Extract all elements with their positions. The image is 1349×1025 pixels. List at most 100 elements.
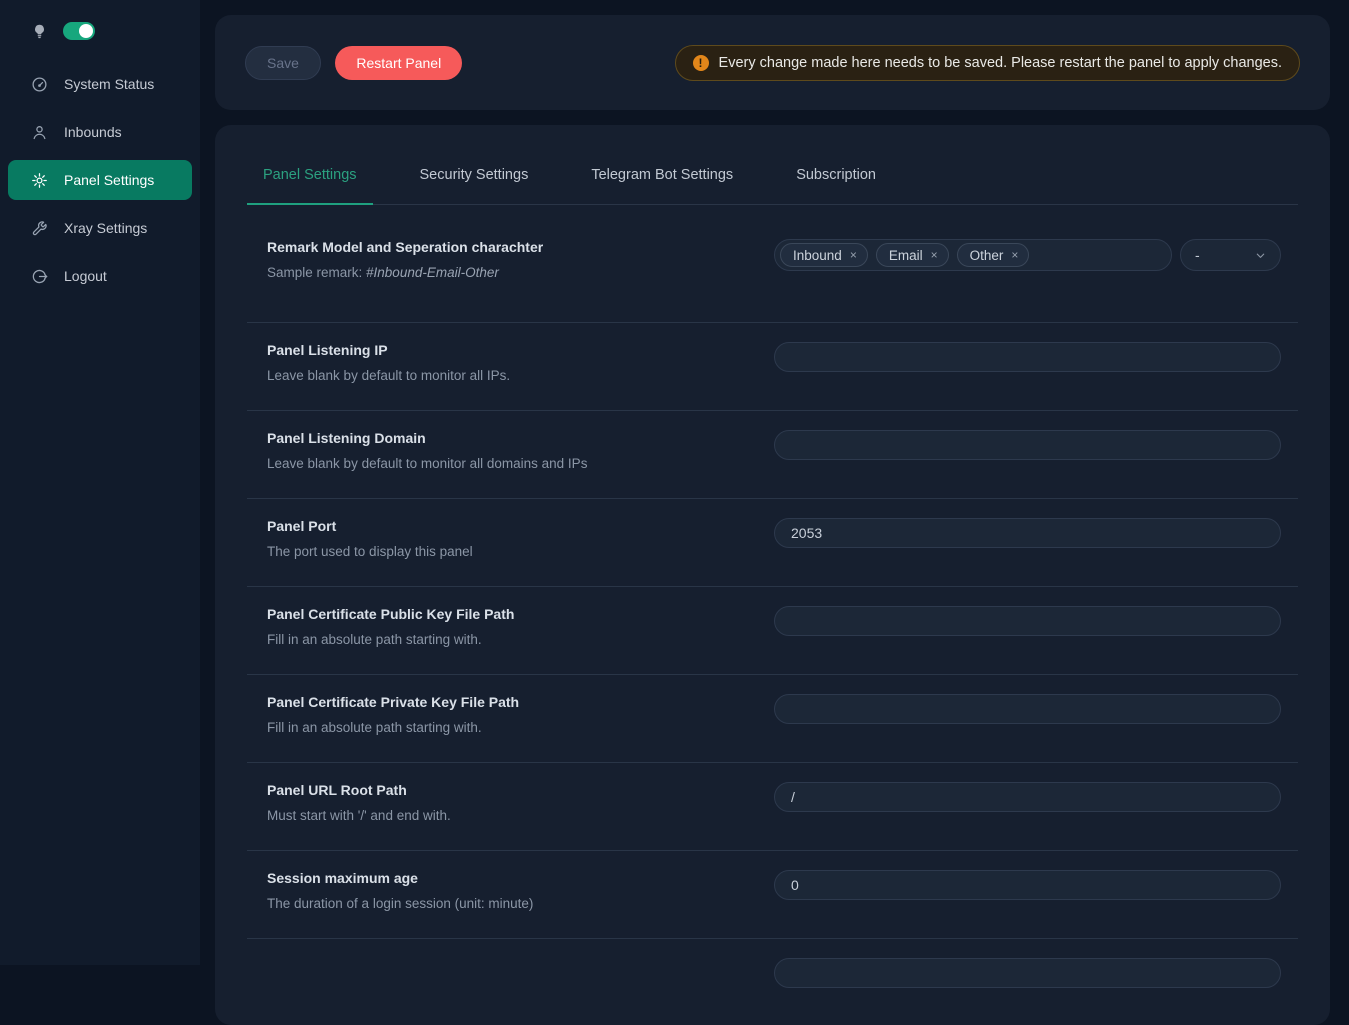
settings-card: Panel Settings Security Settings Telegra… xyxy=(215,125,1330,1025)
cert-public-key-path-input[interactable] xyxy=(774,606,1281,636)
field-label-block: Session maximum age The duration of a lo… xyxy=(267,870,774,911)
cert-private-key-path-input[interactable] xyxy=(774,694,1281,724)
field-description: The port used to display this panel xyxy=(267,544,750,559)
field-label-block: Remark Model and Seperation charachter S… xyxy=(267,239,774,280)
wrench-icon xyxy=(31,220,48,237)
field-label: Panel Listening IP xyxy=(267,342,750,358)
separator-select[interactable]: - xyxy=(1180,239,1281,271)
logout-icon xyxy=(31,268,48,285)
sidebar-item-panel-settings[interactable]: Panel Settings xyxy=(8,160,192,200)
sidebar-item-inbounds[interactable]: Inbounds xyxy=(8,112,192,152)
sidebar-nav: System Status Inbounds Panel Settings xyxy=(0,60,200,300)
field-control xyxy=(774,606,1281,636)
sidebar-item-label: System Status xyxy=(64,76,154,92)
tab-telegram-bot-settings[interactable]: Telegram Bot Settings xyxy=(575,145,749,204)
sidebar-item-label: Panel Settings xyxy=(64,172,154,188)
field-control: Inbound × Email × Other × - xyxy=(774,239,1281,271)
field-description: Must start with '/' and end with. xyxy=(267,808,750,823)
sidebar-item-label: Xray Settings xyxy=(64,220,147,236)
tag-email: Email × xyxy=(876,243,949,267)
save-button[interactable]: Save xyxy=(245,46,321,80)
gear-icon xyxy=(31,172,48,189)
form-row-session-max-age: Session maximum age The duration of a lo… xyxy=(247,850,1298,938)
field-label-block: Panel Port The port used to display this… xyxy=(267,518,774,559)
field-label-block: Panel URL Root Path Must start with '/' … xyxy=(267,782,774,823)
settings-tabs: Panel Settings Security Settings Telegra… xyxy=(247,145,1298,205)
close-icon[interactable]: × xyxy=(931,249,938,261)
unsaved-changes-alert: ! Every change made here needs to be sav… xyxy=(675,45,1300,81)
field-label-block: Panel Listening Domain Leave blank by de… xyxy=(267,430,774,471)
form-row-cert-private-key-path: Panel Certificate Private Key File Path … xyxy=(247,674,1298,762)
sidebar-item-logout[interactable]: Logout xyxy=(8,256,192,296)
sidebar: System Status Inbounds Panel Settings xyxy=(0,0,200,965)
theme-toggle-row xyxy=(0,22,200,40)
restart-panel-button[interactable]: Restart Panel xyxy=(335,46,462,80)
lightbulb-icon xyxy=(31,23,48,40)
sidebar-item-system-status[interactable]: System Status xyxy=(8,64,192,104)
partial-row-input[interactable] xyxy=(774,958,1281,988)
field-description: The duration of a login session (unit: m… xyxy=(267,896,750,911)
sidebar-item-label: Inbounds xyxy=(64,124,122,140)
field-description: Leave blank by default to monitor all IP… xyxy=(267,368,750,383)
dashboard-icon xyxy=(31,76,48,93)
form-row-cert-public-key-path: Panel Certificate Public Key File Path F… xyxy=(247,586,1298,674)
field-control xyxy=(774,518,1281,548)
action-buttons: Save Restart Panel xyxy=(245,46,462,80)
field-control xyxy=(774,694,1281,724)
tag-label: Inbound xyxy=(793,248,842,263)
form-row-panel-listening-domain: Panel Listening Domain Leave blank by de… xyxy=(247,410,1298,498)
tab-security-settings[interactable]: Security Settings xyxy=(404,145,545,204)
remark-model-multiselect[interactable]: Inbound × Email × Other × xyxy=(774,239,1172,271)
form-row-partial xyxy=(247,938,1298,998)
form-row-panel-listening-ip: Panel Listening IP Leave blank by defaul… xyxy=(247,322,1298,410)
form-row-panel-port: Panel Port The port used to display this… xyxy=(247,498,1298,586)
field-control xyxy=(774,430,1281,460)
field-label-block: Panel Listening IP Leave blank by defaul… xyxy=(267,342,774,383)
alert-text: Every change made here needs to be saved… xyxy=(719,55,1282,71)
sample-remark: #Inbound-Email-Other xyxy=(366,265,499,280)
panel-port-input[interactable] xyxy=(774,518,1281,548)
field-label: Panel URL Root Path xyxy=(267,782,750,798)
panel-url-root-path-input[interactable] xyxy=(774,782,1281,812)
sidebar-item-xray-settings[interactable]: Xray Settings xyxy=(8,208,192,248)
session-max-age-input[interactable] xyxy=(774,870,1281,900)
field-control xyxy=(774,870,1281,900)
tab-subscription[interactable]: Subscription xyxy=(780,145,892,204)
field-label-block: Panel Certificate Private Key File Path … xyxy=(267,694,774,735)
separator-select-value: - xyxy=(1195,247,1200,263)
field-label-block: Panel Certificate Public Key File Path F… xyxy=(267,606,774,647)
tab-panel-settings[interactable]: Panel Settings xyxy=(247,145,373,204)
field-label: Remark Model and Seperation charachter xyxy=(267,239,750,255)
field-label: Panel Certificate Private Key File Path xyxy=(267,694,750,710)
warning-icon: ! xyxy=(693,55,709,71)
field-control xyxy=(774,342,1281,372)
close-icon[interactable]: × xyxy=(1011,249,1018,261)
field-label: Panel Certificate Public Key File Path xyxy=(267,606,750,622)
field-description: Leave blank by default to monitor all do… xyxy=(267,456,750,471)
toggle-knob xyxy=(79,24,93,38)
main-content: Save Restart Panel ! Every change made h… xyxy=(200,0,1349,965)
tag-label: Email xyxy=(889,248,923,263)
form-row-panel-url-root-path: Panel URL Root Path Must start with '/' … xyxy=(247,762,1298,850)
action-bar: Save Restart Panel ! Every change made h… xyxy=(215,15,1330,110)
field-description: Fill in an absolute path starting with. xyxy=(267,632,750,647)
panel-listening-domain-input[interactable] xyxy=(774,430,1281,460)
field-label: Session maximum age xyxy=(267,870,750,886)
tag-label: Other xyxy=(970,248,1004,263)
chevron-down-icon xyxy=(1255,250,1266,261)
tag-inbound: Inbound × xyxy=(780,243,868,267)
tag-other: Other × xyxy=(957,243,1030,267)
user-icon xyxy=(31,124,48,141)
close-icon[interactable]: × xyxy=(850,249,857,261)
field-description: Sample remark: #Inbound-Email-Other xyxy=(267,265,750,280)
field-description: Fill in an absolute path starting with. xyxy=(267,720,750,735)
dark-mode-toggle[interactable] xyxy=(63,22,95,40)
field-label: Panel Port xyxy=(267,518,750,534)
panel-listening-ip-input[interactable] xyxy=(774,342,1281,372)
desc-prefix: Sample remark: xyxy=(267,265,366,280)
sidebar-item-label: Logout xyxy=(64,268,107,284)
field-label: Panel Listening Domain xyxy=(267,430,750,446)
field-control xyxy=(774,958,1281,988)
field-control xyxy=(774,782,1281,812)
form-row-remark-model: Remark Model and Seperation charachter S… xyxy=(247,205,1298,322)
